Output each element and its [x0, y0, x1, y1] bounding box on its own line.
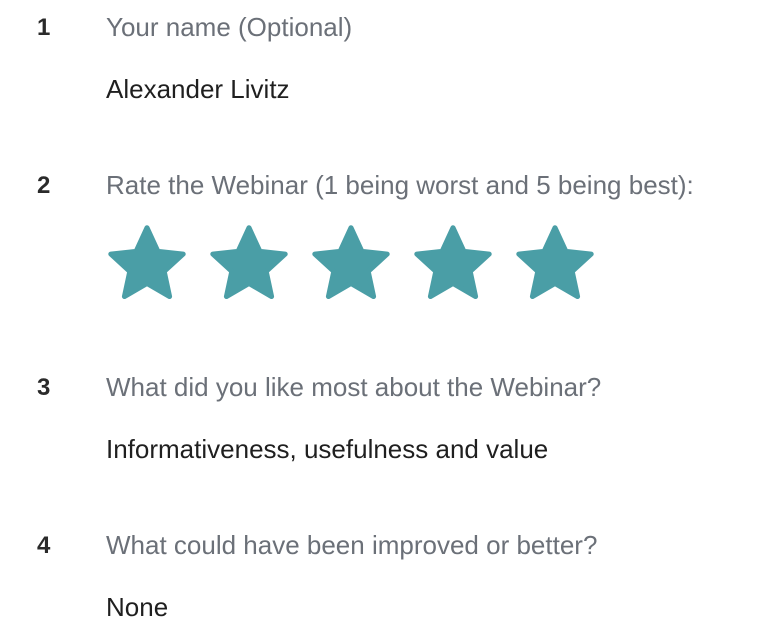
question-text: Your name (Optional): [106, 12, 353, 42]
star-icon[interactable]: [104, 222, 190, 308]
question-text: What did you like most about the Webinar…: [106, 372, 602, 402]
answer-text: Alexander Livitz: [106, 74, 290, 104]
question-number: 2: [37, 172, 51, 199]
answer-text: None: [106, 592, 169, 622]
question-number: 3: [37, 374, 51, 401]
answer-text: Informativeness, usefulness and value: [106, 434, 549, 464]
question-text: What could have been improved or better?: [106, 530, 598, 560]
star-icon[interactable]: [512, 222, 598, 308]
question-text: Rate the Webinar (1 being worst and 5 be…: [106, 170, 694, 200]
star-rating[interactable]: [104, 222, 598, 308]
star-icon[interactable]: [308, 222, 394, 308]
star-icon[interactable]: [206, 222, 292, 308]
star-icon[interactable]: [410, 222, 496, 308]
question-number: 4: [37, 532, 51, 559]
question-number: 1: [37, 14, 51, 41]
